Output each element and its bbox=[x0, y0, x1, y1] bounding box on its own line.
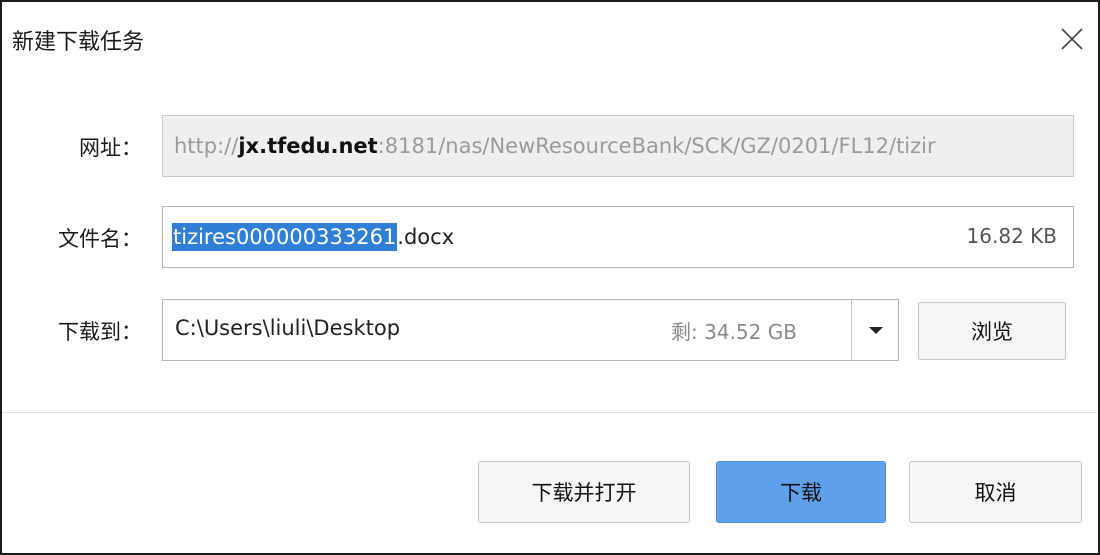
download-button[interactable]: 下载 bbox=[716, 461, 886, 523]
filename-label: 文件名： bbox=[58, 227, 142, 251]
close-button[interactable] bbox=[1057, 24, 1087, 54]
close-icon bbox=[1061, 28, 1083, 50]
filename-input[interactable]: tizires000000333261 .docx 16.82 KB bbox=[162, 206, 1074, 268]
cancel-button[interactable]: 取消 bbox=[909, 461, 1082, 523]
free-space: 剩: 34.52 GB bbox=[671, 320, 797, 344]
footer-divider bbox=[2, 412, 1098, 413]
url-label: 网址： bbox=[79, 136, 142, 160]
title-bar: 新建下载任务 bbox=[2, 2, 1098, 80]
destination-label: 下载到： bbox=[58, 320, 142, 344]
destination-path-field[interactable]: C:\Users\liuli\Desktop 剩: 34.52 GB bbox=[162, 299, 899, 361]
chevron-down-icon bbox=[868, 326, 883, 334]
url-prefix: http:// bbox=[174, 134, 239, 158]
url-host: jx.tfedu.net bbox=[238, 134, 378, 158]
file-size: 16.82 KB bbox=[966, 224, 1057, 248]
destination-dropdown-button[interactable] bbox=[851, 300, 899, 360]
download-and-open-button[interactable]: 下载并打开 bbox=[478, 461, 690, 523]
browse-button[interactable]: 浏览 bbox=[918, 302, 1066, 360]
destination-path: C:\Users\liuli\Desktop bbox=[175, 316, 401, 340]
url-field[interactable]: http://jx.tfedu.net:8181/nas/NewResource… bbox=[162, 115, 1074, 177]
filename-selected-text: tizires000000333261 bbox=[172, 223, 398, 251]
url-rest: :8181/nas/NewResourceBank/SCK/GZ/0201/FL… bbox=[377, 134, 936, 158]
dialog-title: 新建下载任务 bbox=[12, 30, 145, 55]
filename-extension: .docx bbox=[397, 225, 455, 249]
download-dialog: 新建下载任务 网址： http://jx.tfedu.net:8181/nas/… bbox=[0, 0, 1100, 555]
